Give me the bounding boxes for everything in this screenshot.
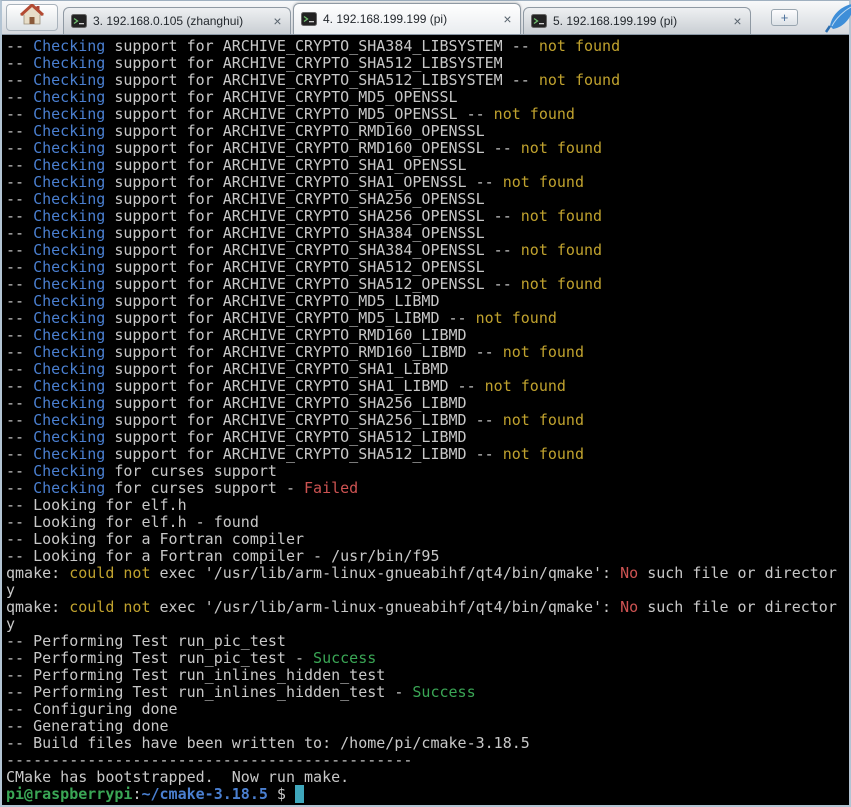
terminal-line: -- Checking support for ARCHIVE_CRYPTO_S… <box>6 394 467 412</box>
terminal-line: -- Checking support for ARCHIVE_CRYPTO_M… <box>6 309 557 327</box>
terminal-line: y <box>6 615 16 633</box>
terminal-line: CMake has bootstrapped. Now run make. <box>6 768 350 786</box>
terminal-line: -- Checking for curses support <box>6 462 277 480</box>
feather-logo-icon <box>824 2 851 34</box>
terminal-icon <box>301 12 317 26</box>
terminal-line: -- Checking support for ARCHIVE_CRYPTO_S… <box>6 156 467 174</box>
terminal-line: -- Checking support for ARCHIVE_CRYPTO_S… <box>6 360 449 378</box>
terminal-cursor <box>295 785 305 803</box>
tab-session-3[interactable]: 3. 192.168.0.105 (zhanghui) × <box>63 7 291 34</box>
terminal-line: -- Checking support for ARCHIVE_CRYPTO_S… <box>6 411 584 429</box>
terminal-line: -- Checking support for ARCHIVE_CRYPTO_M… <box>6 88 458 106</box>
terminal-line: -- Performing Test run_inlines_hidden_te… <box>6 666 386 684</box>
tab-bar: 3. 192.168.0.105 (zhanghui) × 4. 192.168… <box>2 1 851 35</box>
terminal-line: -- Checking support for ARCHIVE_CRYPTO_S… <box>6 241 603 259</box>
terminal-line: -- Build files have been written to: /ho… <box>6 734 530 752</box>
home-icon <box>19 2 45 31</box>
terminal-line: qmake: could not exec '/usr/lib/arm-linu… <box>6 598 837 616</box>
terminal-line: -- Checking support for ARCHIVE_CRYPTO_S… <box>6 445 584 463</box>
home-button[interactable] <box>6 2 58 31</box>
terminal-line: -- Checking support for ARCHIVE_CRYPTO_S… <box>6 275 603 293</box>
terminal-line: y <box>6 581 16 599</box>
terminal-line: -- Checking support for ARCHIVE_CRYPTO_S… <box>6 190 485 208</box>
tab-label: 4. 192.168.199.199 (pi) <box>323 12 448 26</box>
terminal-line: -- Checking support for ARCHIVE_CRYPTO_M… <box>6 105 575 123</box>
terminal-line: -- Checking support for ARCHIVE_CRYPTO_R… <box>6 122 485 140</box>
tab-session-5[interactable]: 5. 192.168.199.199 (pi) × <box>523 7 751 34</box>
terminal-line: -- Configuring done <box>6 700 178 718</box>
terminal-line: -- Checking support for ARCHIVE_CRYPTO_S… <box>6 258 485 276</box>
terminal-line: qmake: could not exec '/usr/lib/arm-linu… <box>6 564 837 582</box>
terminal-line: pi@raspberrypi:~/cmake-3.18.5 $ <box>6 785 849 803</box>
terminal-line: -- Checking support for ARCHIVE_CRYPTO_S… <box>6 37 621 55</box>
tab-close-icon[interactable]: × <box>730 14 745 29</box>
terminal-line: -- Looking for a Fortran compiler - /usr… <box>6 547 440 565</box>
terminal-line: -- Generating done <box>6 717 169 735</box>
terminal-icon <box>531 14 547 28</box>
terminal-line: -- Checking support for ARCHIVE_CRYPTO_R… <box>6 326 467 344</box>
terminal-line: -- Checking support for ARCHIVE_CRYPTO_S… <box>6 173 584 191</box>
tab-close-icon[interactable]: × <box>270 14 285 29</box>
terminal-line: -- Checking support for ARCHIVE_CRYPTO_S… <box>6 54 503 72</box>
terminal-line: -- Checking support for ARCHIVE_CRYPTO_R… <box>6 139 603 157</box>
terminal-line: -- Checking support for ARCHIVE_CRYPTO_R… <box>6 343 584 361</box>
terminal-line: -- Checking support for ARCHIVE_CRYPTO_S… <box>6 224 485 242</box>
tab-label: 5. 192.168.199.199 (pi) <box>553 14 678 28</box>
tab-label: 3. 192.168.0.105 (zhanghui) <box>93 14 244 28</box>
terminal-line: -- Performing Test run_pic_test <box>6 632 286 650</box>
tab-close-icon[interactable]: × <box>500 12 515 27</box>
terminal-line: -- Looking for elf.h - found <box>6 513 259 531</box>
terminal-line: -- Checking support for ARCHIVE_CRYPTO_S… <box>6 207 603 225</box>
terminal-line: -- Checking support for ARCHIVE_CRYPTO_S… <box>6 377 566 395</box>
terminal-line: -- Looking for a Fortran compiler <box>6 530 305 548</box>
terminal-line: ----------------------------------------… <box>6 751 413 769</box>
tab-session-4[interactable]: 4. 192.168.199.199 (pi) × <box>293 3 521 34</box>
terminal-line: -- Checking support for ARCHIVE_CRYPTO_S… <box>6 71 621 89</box>
terminal-line: -- Checking support for ARCHIVE_CRYPTO_M… <box>6 292 440 310</box>
terminal-line: -- Performing Test run_pic_test - Succes… <box>6 649 377 667</box>
terminal-line: -- Checking support for ARCHIVE_CRYPTO_S… <box>6 428 467 446</box>
terminal-icon <box>71 14 87 28</box>
terminal-output[interactable]: -- Checking support for ARCHIVE_CRYPTO_S… <box>2 35 849 805</box>
terminal-line: -- Performing Test run_inlines_hidden_te… <box>6 683 476 701</box>
terminal-line: -- Checking for curses support - Failed <box>6 479 359 497</box>
new-tab-button[interactable]: + <box>771 9 798 26</box>
terminal-line: -- Looking for elf.h <box>6 496 187 514</box>
app-window: 3. 192.168.0.105 (zhanghui) × 4. 192.168… <box>0 0 851 807</box>
